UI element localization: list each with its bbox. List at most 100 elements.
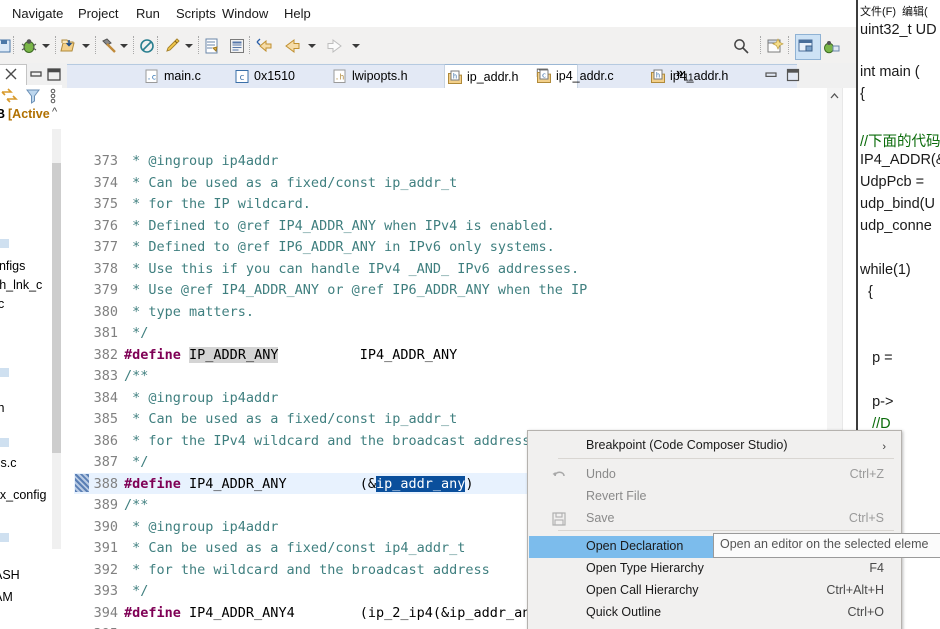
context-menu-item-open-type-hierarchy[interactable]: Open Type Hierarchy F4 xyxy=(529,558,900,580)
project-tree-item[interactable]: ash_lnk_c xyxy=(0,278,42,292)
build-open-icon[interactable] xyxy=(60,37,78,55)
line-number: 392 xyxy=(93,561,118,578)
secondary-code-line[interactable]: IP4_ADDR(& xyxy=(860,152,940,168)
secondary-code-line[interactable]: while(1) xyxy=(860,262,911,278)
code-line[interactable]: * type matters. xyxy=(124,304,254,320)
menu-item-navigate[interactable]: Navigate xyxy=(6,4,69,23)
code-line[interactable]: * Use @ref IP4_ADDR_ANY or @ref IP6_ADDR… xyxy=(124,282,587,298)
secondary-code-line[interactable]: { xyxy=(860,86,865,102)
context-menu-item-undo[interactable]: Undo Ctrl+Z xyxy=(529,464,900,486)
code-line[interactable]: #define IP4_ADDR_ANY (&ip_addr_any) xyxy=(124,475,474,492)
code-line[interactable]: * @ingroup ip4addr xyxy=(124,390,278,406)
code-line[interactable]: */ xyxy=(124,325,148,341)
context-menu-item-save[interactable]: Save Ctrl+S xyxy=(529,508,900,530)
code-line[interactable]: * for the IPv4 wildcard and the broadcas… xyxy=(124,433,530,449)
view-menu-icon[interactable] xyxy=(46,87,60,105)
dropdown-arrow-icon[interactable] xyxy=(352,44,360,48)
project-tree-item[interactable]: ccs.c xyxy=(0,456,16,470)
dropdown-arrow-icon[interactable] xyxy=(42,44,50,48)
new-file-icon[interactable] xyxy=(203,37,221,55)
editor-tabs-overflow[interactable]: »11 xyxy=(676,65,694,84)
dropdown-arrow-icon[interactable] xyxy=(185,44,193,48)
code-line[interactable]: * @ingroup ip4addr xyxy=(124,519,278,535)
build-hammer-icon[interactable] xyxy=(100,37,118,55)
forward-arrow-icon[interactable] xyxy=(325,37,343,55)
project-tree-item[interactable]: onfigs xyxy=(0,259,25,273)
code-line[interactable]: * Can be used as a fixed/const ip_addr_t xyxy=(124,411,457,427)
save-all-icon[interactable] xyxy=(0,37,14,55)
project-tree-item[interactable]: c xyxy=(0,297,4,311)
context-menu-item-breakpoint-code-composer-studio[interactable]: Breakpoint (Code Composer Studio) › xyxy=(529,435,900,457)
code-line[interactable]: */ xyxy=(124,583,148,599)
code-line[interactable]: */ xyxy=(124,454,148,470)
close-icon[interactable] xyxy=(4,67,18,81)
search-icon[interactable] xyxy=(732,37,750,55)
editor-minimize-icon[interactable] xyxy=(764,69,778,81)
scroll-up-arrow-icon[interactable] xyxy=(827,88,842,104)
editor-tabs-hidden-count: 11 xyxy=(683,72,694,84)
secondary-code-line[interactable]: UdpPcb = xyxy=(860,174,928,190)
secondary-code-line[interactable]: //下面的代码 xyxy=(860,130,940,151)
link-with-editor-icon[interactable] xyxy=(1,87,21,105)
run-rocket-icon[interactable] xyxy=(163,37,181,55)
toggle-view-icon[interactable] xyxy=(228,37,246,55)
project-tree-item[interactable]: ASH xyxy=(0,568,20,582)
code-line[interactable]: /** xyxy=(124,368,148,384)
code-line[interactable]: #define IP4_ADDR_ANY4 (ip_2_ip4(&ip_addr… xyxy=(124,605,555,621)
secondary-code-line[interactable]: p-> xyxy=(860,394,893,410)
menu-item-run[interactable]: Run xyxy=(130,4,166,23)
code-line[interactable]: * Use this if you can handle IPv4 _AND_ … xyxy=(124,261,579,277)
context-menu-item-open-call-hierarchy[interactable]: Open Call Hierarchy Ctrl+Alt+H xyxy=(529,580,900,602)
back-history-icon[interactable] xyxy=(255,37,273,55)
menu-item-window[interactable]: Window xyxy=(216,4,274,23)
code-line[interactable]: * Can be used as a fixed/const ip_addr_t xyxy=(124,175,457,191)
code-line[interactable]: * Defined to @ref IP4_ADDR_ANY when IPv4… xyxy=(124,218,555,234)
secondary-code-line[interactable]: p = xyxy=(860,350,893,366)
secondary-menu-item[interactable]: 编辑( xyxy=(902,3,928,19)
minimize-icon[interactable] xyxy=(28,68,44,80)
maximize-icon[interactable] xyxy=(46,67,62,81)
context-menu-item-quick-outline[interactable]: Quick Outline Ctrl+O xyxy=(529,602,900,624)
toolbar-separator xyxy=(788,36,790,54)
editor-tab-ip4-addr-h[interactable]: h ip4_addr.h xyxy=(648,64,782,88)
editor-tab-label: main.c xyxy=(164,69,201,83)
menu-item-help[interactable]: Help xyxy=(278,4,317,23)
perspective-ccs-edit-icon[interactable] xyxy=(798,37,816,55)
code-line[interactable]: * for the IP wildcard. xyxy=(124,196,311,212)
back-arrow-icon[interactable] xyxy=(282,37,300,55)
menu-item-scripts[interactable]: Scripts xyxy=(170,4,222,23)
secondary-code-line[interactable]: udp_bind(U xyxy=(860,196,935,212)
line-number: 382 xyxy=(93,346,118,363)
context-menu[interactable]: Breakpoint (Code Composer Studio) › Undo Ct… xyxy=(527,430,902,629)
code-line[interactable]: * for the wildcard and the broadcast add… xyxy=(124,562,490,578)
secondary-menu-bar: 文件(F) 编辑( xyxy=(858,0,940,20)
dropdown-arrow-icon[interactable] xyxy=(120,44,128,48)
filter-icon[interactable] xyxy=(24,87,42,105)
code-line[interactable]: /** xyxy=(124,497,148,513)
new-window-icon[interactable] xyxy=(766,37,784,55)
code-line[interactable]: * Can be used as a fixed/const ip4_addr_… xyxy=(124,540,465,556)
context-menu-separator xyxy=(558,530,894,531)
code-line[interactable]: * Defined to @ref IP6_ADDR_ANY in IPv6 o… xyxy=(124,239,555,255)
project-tree-item[interactable]: .h xyxy=(0,401,4,415)
line-number: 378 xyxy=(93,260,118,277)
secondary-code-line[interactable]: { xyxy=(860,284,873,300)
dropdown-arrow-icon[interactable] xyxy=(82,44,90,48)
secondary-menu-item[interactable]: 文件(F) xyxy=(860,3,896,19)
context-menu-item-revert-file[interactable]: Revert File xyxy=(529,486,900,508)
menu-item-project[interactable]: Project xyxy=(72,4,124,23)
svg-text:.c: .c xyxy=(147,73,157,82)
skip-breakpoints-icon[interactable] xyxy=(138,37,156,55)
project-tree-item[interactable]: 28x_config xyxy=(0,488,46,502)
secondary-code-line[interactable]: int main ( xyxy=(860,64,920,80)
dropdown-arrow-icon[interactable] xyxy=(308,44,316,48)
debug-bug-icon[interactable] xyxy=(20,37,38,55)
project-explorer-scroll-thumb[interactable] xyxy=(52,163,61,453)
secondary-code-line[interactable]: udp_conne xyxy=(860,218,932,234)
perspective-ccs-debug-icon[interactable] xyxy=(822,37,840,55)
project-tree-item[interactable]: AM xyxy=(0,590,13,604)
code-line[interactable]: * @ingroup ip4addr xyxy=(124,153,278,169)
secondary-code-line[interactable]: uint32_t UD xyxy=(860,22,937,38)
code-line[interactable]: #define IP_ADDR_ANY IP4_ADDR_ANY xyxy=(124,346,457,363)
editor-maximize-icon[interactable] xyxy=(786,68,800,82)
